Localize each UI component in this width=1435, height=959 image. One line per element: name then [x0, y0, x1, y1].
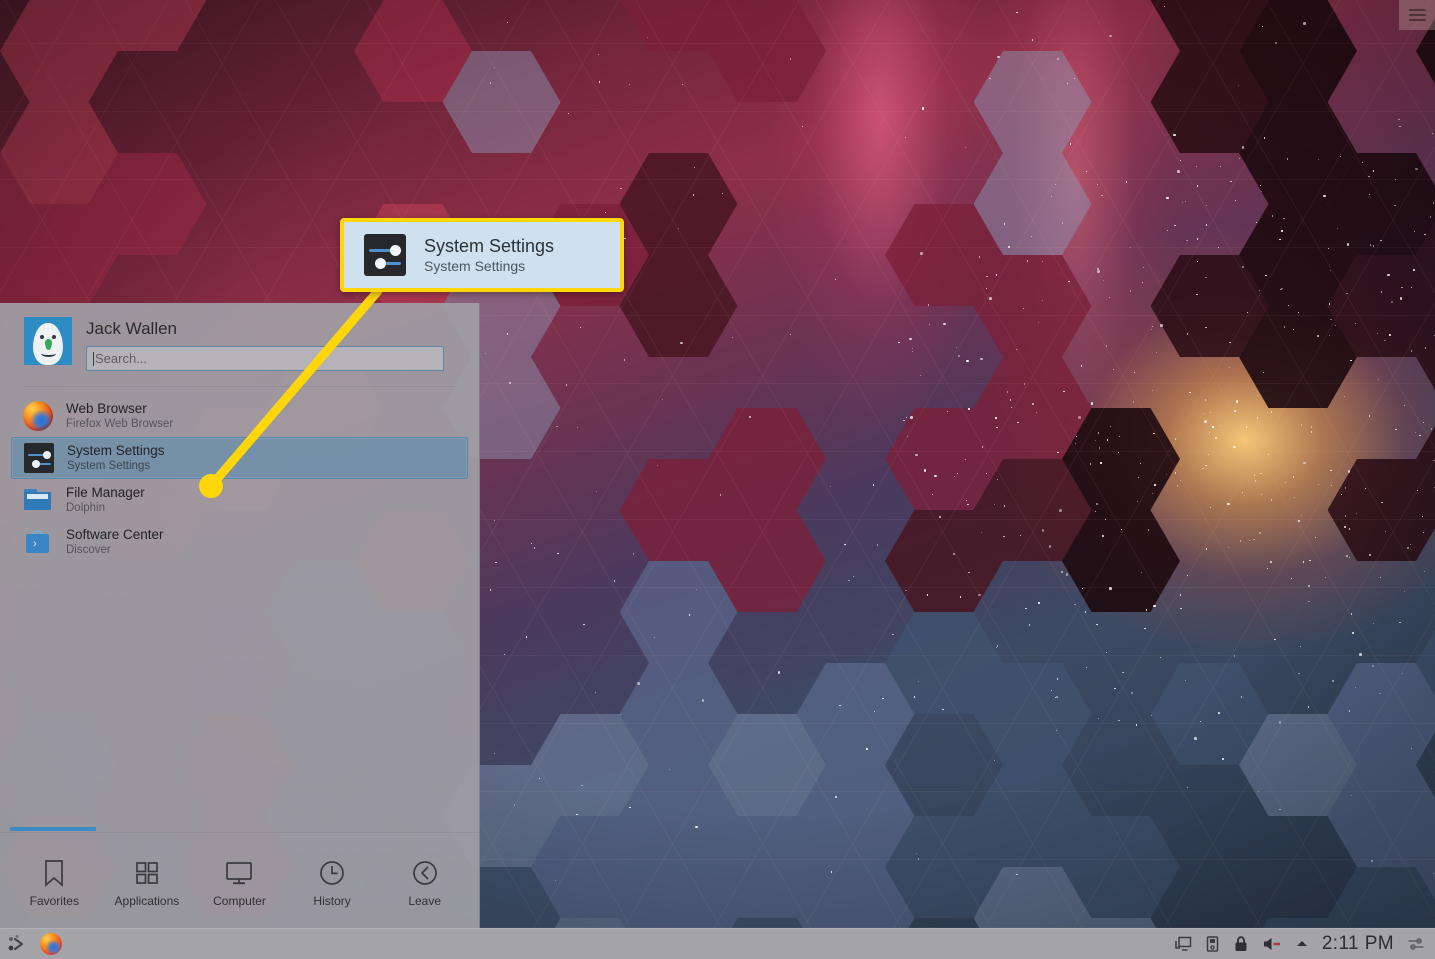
- usb-drive-icon[interactable]: [1205, 935, 1220, 953]
- list-item-title: Web Browser: [66, 401, 147, 416]
- tab-label: Leave: [408, 894, 442, 908]
- sliders-icon[interactable]: [1407, 936, 1425, 952]
- padlock-icon[interactable]: [1233, 935, 1249, 953]
- shopping-bag-icon: ›: [23, 527, 53, 557]
- firefox-icon[interactable]: [40, 933, 62, 955]
- desktop-screen: Jack Wallen Search... Web Browser Firefo…: [0, 0, 1435, 959]
- system-settings-icon: [24, 443, 54, 473]
- callout-system-settings: System Settings System Settings: [340, 218, 624, 292]
- list-item-system-settings[interactable]: System Settings System Settings: [11, 437, 468, 479]
- display-icon[interactable]: [1174, 935, 1192, 953]
- list-item-subtitle: Dolphin: [66, 502, 105, 514]
- active-tab-indicator: [10, 827, 96, 831]
- list-item-software-center[interactable]: › Software Center Discover: [11, 521, 468, 563]
- list-item-subtitle: System Settings: [67, 460, 151, 472]
- list-item-title: File Manager: [66, 485, 145, 500]
- chevron-up-icon[interactable]: [1295, 937, 1309, 951]
- desktop-toolbox-button[interactable]: [1399, 0, 1435, 30]
- taskbar: 2:11 PM: [0, 928, 1435, 959]
- hamburger-icon: [1408, 6, 1426, 24]
- kickoff-application-menu: Jack Wallen Search... Web Browser Firefo…: [0, 303, 480, 928]
- search-input[interactable]: Search...: [86, 346, 444, 371]
- tab-favorites[interactable]: Favorites: [8, 853, 101, 908]
- monitor-icon: [224, 859, 254, 887]
- tab-label: Favorites: [29, 894, 79, 908]
- system-tray: 2:11 PM: [1174, 933, 1435, 955]
- tab-leave[interactable]: Leave: [378, 853, 471, 908]
- speaker-muted-icon[interactable]: [1262, 935, 1282, 953]
- folder-icon: [23, 485, 53, 515]
- list-item-subtitle: Firefox Web Browser: [66, 418, 174, 430]
- callout-subtitle: System Settings: [424, 258, 526, 274]
- back-arrow-circle-icon: [411, 859, 439, 887]
- tab-applications[interactable]: Applications: [101, 853, 194, 908]
- list-item-web-browser[interactable]: Web Browser Firefox Web Browser: [11, 395, 468, 437]
- callout-title: System Settings: [424, 236, 555, 256]
- search-placeholder: Search...: [95, 351, 148, 366]
- clock[interactable]: 2:11 PM: [1322, 933, 1394, 955]
- tab-label: Applications: [114, 894, 180, 908]
- list-item-file-manager[interactable]: File Manager Dolphin: [11, 479, 468, 521]
- avatar[interactable]: [24, 317, 72, 365]
- kde-logo-icon[interactable]: [6, 932, 32, 956]
- firefox-icon: [23, 401, 53, 431]
- grid-icon: [134, 859, 160, 887]
- taskbar-launchers: [0, 932, 62, 956]
- user-name: Jack Wallen: [86, 319, 178, 338]
- tab-label: History: [313, 894, 351, 908]
- menu-header: Jack Wallen Search...: [0, 303, 479, 371]
- list-item-title: Software Center: [66, 527, 164, 542]
- menu-tab-bar: Favorites Applications Computer History …: [0, 832, 479, 928]
- tab-history[interactable]: History: [286, 853, 379, 908]
- favorites-list: Web Browser Firefox Web Browser System S…: [0, 387, 479, 563]
- text-caret: [93, 351, 94, 366]
- tab-computer[interactable]: Computer: [193, 853, 286, 908]
- system-settings-icon: [364, 234, 406, 276]
- tab-label: Computer: [213, 894, 266, 908]
- clock-icon: [318, 859, 346, 887]
- bookmark-icon: [41, 859, 67, 887]
- list-item-subtitle: Discover: [66, 544, 111, 556]
- list-item-title: System Settings: [67, 443, 165, 458]
